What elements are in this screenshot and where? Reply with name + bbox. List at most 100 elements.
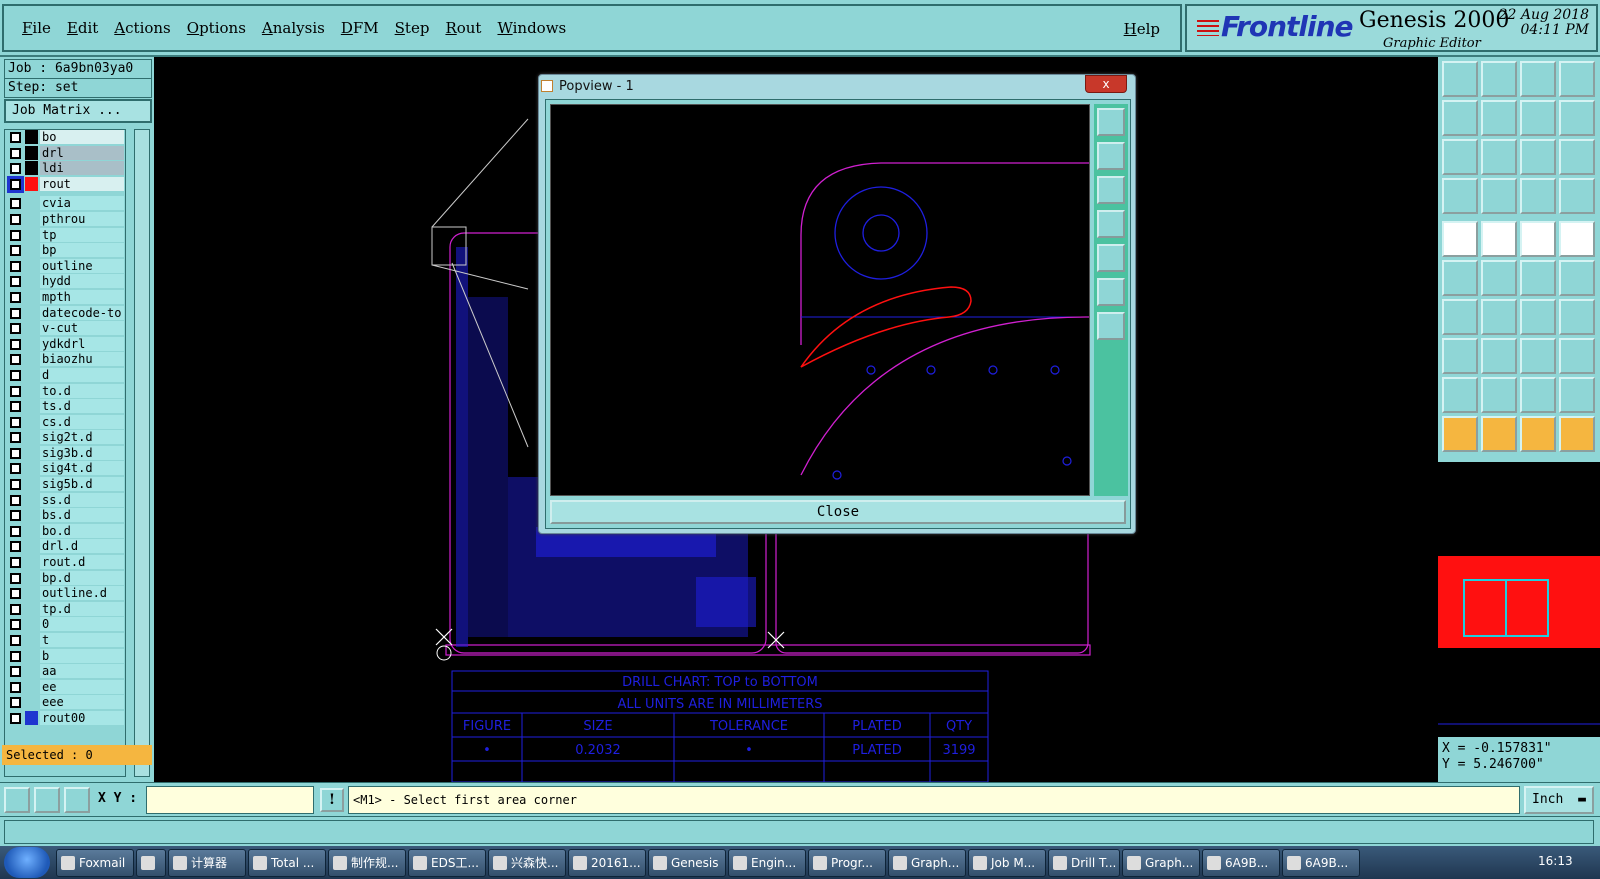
- layer-checkbox[interactable]: [10, 432, 21, 444]
- select4-icon[interactable]: [1559, 416, 1595, 452]
- taskbar-item[interactable]: [136, 849, 166, 877]
- layer-row[interactable]: tp.d: [5, 601, 125, 618]
- layer-checkbox[interactable]: [10, 163, 21, 175]
- triangle-icon[interactable]: [1442, 377, 1478, 413]
- menu-analysis[interactable]: Analysis: [254, 19, 333, 37]
- layer-checkbox[interactable]: [10, 697, 21, 709]
- pan-right-icon[interactable]: [1481, 100, 1517, 136]
- taskbar-item[interactable]: EDS工...: [408, 849, 486, 877]
- taskbar-item[interactable]: 制作规...: [328, 849, 406, 877]
- xy-input[interactable]: [146, 786, 314, 814]
- alert-button[interactable]: !: [320, 788, 344, 812]
- angle-icon[interactable]: [1442, 299, 1478, 335]
- ruler-icon[interactable]: [1520, 221, 1556, 257]
- menu-file[interactable]: File: [14, 19, 59, 37]
- taskbar-item[interactable]: Graph...: [1122, 849, 1200, 877]
- split-view-icon[interactable]: [1559, 61, 1595, 97]
- taskbar-item[interactable]: Job M...: [968, 849, 1046, 877]
- layer-checkbox[interactable]: [10, 385, 21, 397]
- layer-row[interactable]: sig2t.d: [5, 430, 125, 446]
- layer-row[interactable]: ldi: [5, 161, 125, 177]
- taskbar-item[interactable]: 6A9B...: [1202, 849, 1280, 877]
- triangle2-icon[interactable]: [1481, 377, 1517, 413]
- menu-edit[interactable]: Edit: [59, 19, 106, 37]
- triangle4-icon[interactable]: [1559, 377, 1595, 413]
- menu-windows[interactable]: Windows: [489, 19, 574, 37]
- layer-row[interactable]: d: [5, 367, 125, 384]
- layer-checkbox[interactable]: [10, 572, 21, 584]
- layer-row[interactable]: biaozhu: [5, 352, 125, 368]
- zoom-box-icon[interactable]: [1481, 139, 1517, 175]
- layer-checkbox[interactable]: [10, 291, 21, 303]
- taskbar-item[interactable]: 20161...: [568, 849, 646, 877]
- measure-icon[interactable]: [1520, 338, 1556, 374]
- layer-row[interactable]: hydd: [5, 274, 125, 290]
- layer-checkbox[interactable]: [10, 479, 21, 491]
- menu-actions[interactable]: Actions: [106, 19, 178, 37]
- select2-icon[interactable]: [1481, 416, 1517, 452]
- line-icon[interactable]: [1481, 299, 1517, 335]
- layer-row[interactable]: rout: [5, 175, 125, 193]
- layer-row[interactable]: aa: [5, 664, 125, 680]
- layer-checkbox[interactable]: [10, 666, 21, 678]
- taskbar-item[interactable]: 兴森快...: [488, 849, 566, 877]
- pad-icon[interactable]: [1442, 221, 1478, 257]
- layer-checkbox[interactable]: [10, 213, 21, 225]
- taskbar-item[interactable]: Drill T...: [1048, 849, 1120, 877]
- layer-row[interactable]: pthrou: [5, 211, 125, 228]
- pan-left-icon[interactable]: [1097, 210, 1125, 238]
- units-select[interactable]: Inch ▬: [1524, 786, 1594, 814]
- layer-row[interactable]: drl.d: [5, 539, 125, 555]
- home-icon[interactable]: [1520, 61, 1556, 97]
- layer-row[interactable]: bp.d: [5, 570, 125, 587]
- zoom-in-icon[interactable]: [4, 787, 30, 813]
- overview-map[interactable]: [1438, 462, 1600, 740]
- layer-row[interactable]: tp: [5, 227, 125, 244]
- rotate-icon[interactable]: [1520, 299, 1556, 335]
- layer-checkbox[interactable]: [10, 619, 21, 631]
- layer-row[interactable]: ydkdrl: [5, 336, 125, 353]
- taskbar-item[interactable]: 6A9B...: [1282, 849, 1360, 877]
- start-button[interactable]: [4, 847, 50, 878]
- layer-checkbox[interactable]: [10, 541, 21, 553]
- layer-checkbox[interactable]: [10, 276, 21, 288]
- layer-checkbox[interactable]: [10, 132, 21, 143]
- layer-checkbox[interactable]: [10, 681, 21, 693]
- layer-checkbox[interactable]: [10, 525, 21, 537]
- layer-row[interactable]: mpth: [5, 289, 125, 306]
- layer-checkbox[interactable]: [10, 245, 21, 257]
- layer-row[interactable]: b: [5, 648, 125, 665]
- layer-checkbox[interactable]: [10, 650, 21, 662]
- taskbar-item[interactable]: Genesis: [648, 849, 726, 877]
- layer-checkbox[interactable]: [10, 510, 21, 522]
- zoom-window-icon[interactable]: [1097, 108, 1125, 136]
- layer-checkbox[interactable]: [10, 354, 21, 366]
- layer-checkbox[interactable]: [10, 712, 21, 724]
- taskbar-item[interactable]: Foxmail: [56, 849, 134, 877]
- menu-rout[interactable]: Rout: [437, 19, 489, 37]
- zoom-fit-icon[interactable]: [1442, 139, 1478, 175]
- layer-checkbox[interactable]: [10, 494, 21, 506]
- circle-icon[interactable]: [1559, 221, 1595, 257]
- layer-row[interactable]: bp: [5, 243, 125, 259]
- taskbar-item[interactable]: Progr...: [808, 849, 886, 877]
- layer-row[interactable]: cvia: [5, 196, 125, 212]
- taskbar-item[interactable]: Engin...: [728, 849, 806, 877]
- layer-scrollbar[interactable]: [134, 129, 150, 777]
- layer-checkbox[interactable]: [7, 175, 24, 193]
- layer-row[interactable]: 0: [5, 617, 125, 633]
- layer-row[interactable]: cs.d: [5, 414, 125, 431]
- layer-checkbox[interactable]: [10, 260, 21, 272]
- taskbar-item[interactable]: Total ...: [248, 849, 326, 877]
- layer-checkbox[interactable]: [10, 323, 21, 335]
- layer-compare2-icon[interactable]: [1559, 178, 1595, 214]
- layer-checkbox[interactable]: [10, 147, 21, 159]
- layer-checkbox[interactable]: [10, 416, 21, 428]
- layer-checkbox[interactable]: [10, 229, 21, 241]
- connect-icon[interactable]: [1520, 260, 1556, 296]
- layer-checkbox[interactable]: [10, 369, 21, 381]
- pan-up-icon[interactable]: [1097, 142, 1125, 170]
- layer-row[interactable]: to.d: [5, 383, 125, 400]
- layer-checkbox[interactable]: [10, 338, 21, 350]
- job-matrix-button[interactable]: Job Matrix ...: [4, 99, 152, 123]
